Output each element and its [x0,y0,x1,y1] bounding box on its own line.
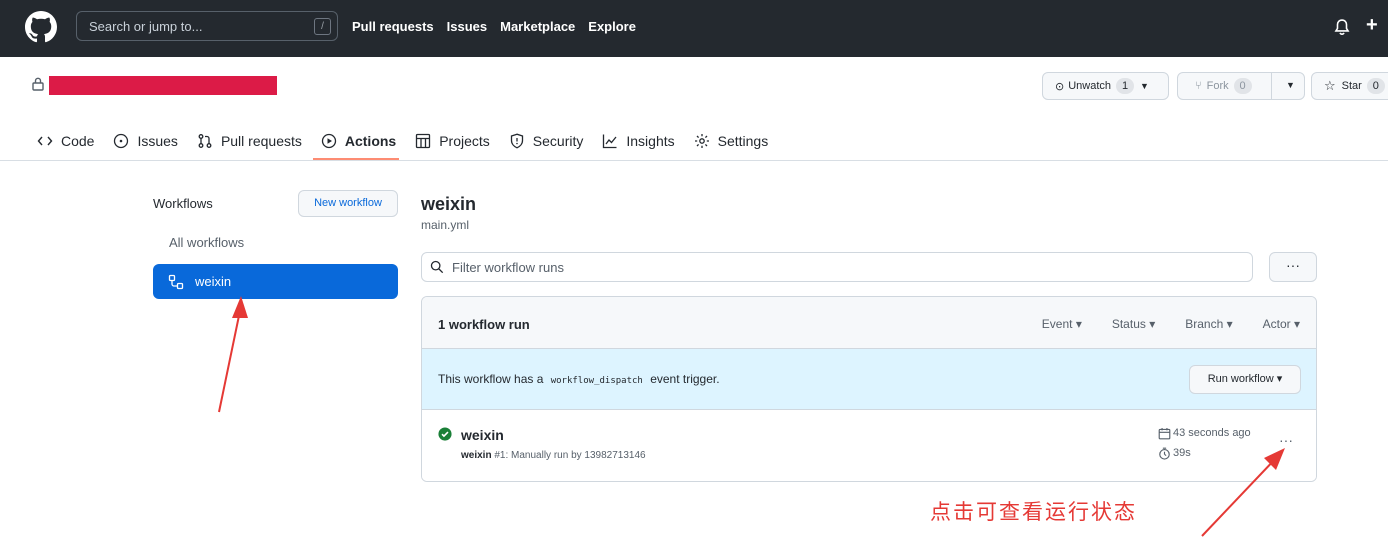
runs-header: 1 workflow run Event ▾ Status ▾ Branch ▾… [422,297,1316,349]
repo-tabs: Code Issues Pull requests Actions Projec… [37,133,787,149]
tab-projects-label: Projects [439,133,490,149]
forks-count: 0 [1233,78,1252,94]
repo-forked-icon: ⑂ [1195,80,1202,92]
tab-insights-label: Insights [626,133,675,149]
nav-pull-requests[interactable]: Pull requests [352,19,434,34]
tab-security[interactable]: Security [509,133,584,149]
filter-runs-input[interactable]: Filter workflow runs [421,252,1253,282]
sidebar-item-weixin[interactable]: weixin [153,264,398,299]
fork-label: Fork [1206,80,1229,92]
star-icon: ☆ [1324,78,1336,93]
search-placeholder: Search or jump to... [89,19,203,34]
watchers-count: 1 [1116,78,1135,94]
dispatch-prefix: This workflow has a [438,372,544,386]
tab-settings-label: Settings [717,133,769,149]
lock-icon [32,77,44,91]
project-icon [416,133,431,149]
tab-issues[interactable]: Issues [113,133,178,149]
star-label: Star [1341,80,1362,92]
dispatch-code: workflow_dispatch [550,376,643,386]
branch-filter-dropdown[interactable]: Branch ▾ [1185,317,1232,331]
status-filter-dropdown[interactable]: Status ▾ [1112,317,1155,331]
redacted-repo-name [49,76,277,95]
run-workflow-name: weixin [461,450,492,461]
dispatch-text: This workflow has a workflow_dispatch ev… [438,372,720,386]
new-workflow-button[interactable]: New workflow [298,190,398,217]
nav-marketplace[interactable]: Marketplace [500,19,575,34]
tab-actions-label: Actions [344,133,397,149]
button-divider [1271,73,1272,99]
workflow-title: weixin [421,194,477,214]
star-button[interactable]: ☆ Star 0 [1311,72,1388,100]
event-filter-dropdown[interactable]: Event ▾ [1042,317,1082,331]
tab-pull-requests-label: Pull requests [220,133,302,149]
runs-filters: Event ▾ Status ▾ Branch ▾ Actor ▾ [1042,317,1300,331]
unwatch-label: Unwatch [1068,80,1112,92]
tab-code-label: Code [61,133,95,149]
runs-count: 1 workflow run [438,317,530,332]
run-more-options-button[interactable]: ··· [1279,432,1293,448]
annotation-caption: 点击可查看运行状态 [930,501,1137,524]
caret-down-icon: ▼ [1140,81,1149,91]
run-duration: 39s [1173,447,1191,459]
slash-shortcut-hint: / [314,18,331,35]
filter-placeholder: Filter workflow runs [452,260,564,275]
code-icon [37,136,53,146]
all-workflows-link[interactable]: All workflows [169,235,244,250]
workflow-file-link[interactable]: main.yml [421,218,469,232]
tab-projects[interactable]: Projects [415,133,490,149]
top-nav: Pull requests Issues Marketplace Explore [352,19,636,34]
workflow-run-row[interactable]: weixin weixin #1: Manually run by 139827… [422,410,1316,481]
play-icon [321,133,337,149]
tab-insights[interactable]: Insights [602,133,675,149]
eye-icon: ⊙ [1055,80,1065,93]
workflows-heading: Workflows [153,196,213,211]
run-meta: weixin #1: Manually run by 13982713146 [461,450,646,461]
calendar-icon [1158,427,1171,440]
workflow-icon [168,274,184,290]
shield-icon [510,133,523,149]
dispatch-banner: This workflow has a workflow_dispatch ev… [422,349,1316,410]
github-logo-icon[interactable] [25,11,57,43]
dispatch-suffix: event trigger. [650,372,720,386]
tab-issues-label: Issues [137,133,178,149]
more-options-button[interactable]: ··· [1269,252,1317,282]
stars-count: 0 [1366,78,1385,94]
bell-icon[interactable] [1333,17,1351,37]
run-description: #1: Manually run by 13982713146 [494,450,646,461]
arrow-to-sidebar-item [218,296,248,413]
gear-icon [694,134,709,148]
tab-pull-requests[interactable]: Pull requests [197,133,302,149]
workflow-runs-box: 1 workflow run Event ▾ Status ▾ Branch ▾… [421,296,1317,482]
caret-down-icon[interactable]: ▼ [1286,80,1295,90]
graph-icon [603,134,617,149]
run-workflow-button[interactable]: Run workflow ▾ [1189,365,1301,394]
nav-explore[interactable]: Explore [588,19,636,34]
run-timestamp: 43 seconds ago [1173,427,1251,439]
tabs-divider [0,160,1388,161]
search-input[interactable]: Search or jump to... / [76,11,338,41]
sidebar-item-label: weixin [195,274,232,289]
stopwatch-icon [1159,447,1170,460]
tab-security-label: Security [532,133,584,149]
create-new-plus-icon[interactable]: + [1366,14,1378,37]
tab-settings[interactable]: Settings [694,133,769,149]
search-icon [430,260,444,274]
unwatch-button[interactable]: ⊙ Unwatch 1 ▼ [1042,72,1169,100]
pull-request-icon [198,134,212,148]
issue-icon [114,133,129,149]
check-circle-icon [438,427,452,441]
tab-actions[interactable]: Actions [321,133,396,149]
actor-filter-dropdown[interactable]: Actor ▾ [1263,317,1300,331]
nav-issues[interactable]: Issues [447,19,487,34]
tab-code[interactable]: Code [37,133,94,149]
top-header: Search or jump to... / Pull requests Iss… [0,0,1388,57]
run-title-link[interactable]: weixin [461,427,504,443]
fork-button[interactable]: ⑂ Fork 0 ▼ [1177,72,1305,100]
